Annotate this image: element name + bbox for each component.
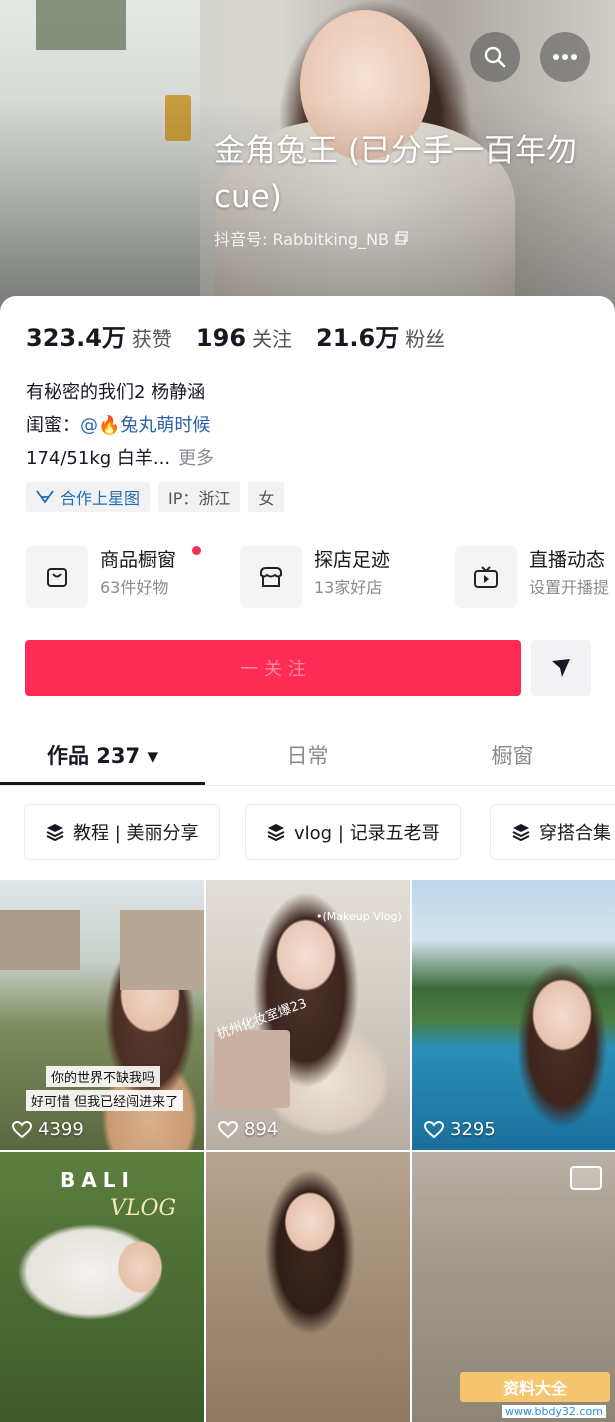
followers-count[interactable]: 21.6万 xyxy=(316,318,399,353)
store-visits-title: 探店足迹 xyxy=(314,549,391,571)
video-overlay-text: •(Makeup Vlog) xyxy=(316,910,402,923)
followers-label: 粉丝 xyxy=(405,327,446,351)
collection-tutorial[interactable]: 教程 | 美丽分享 xyxy=(24,804,220,860)
video-likes-count: 894 xyxy=(244,1119,279,1140)
store-visits-entry[interactable]: 探店足迹 13家好店 xyxy=(240,546,390,608)
bio-line-2: 闺蜜：@🔥兔丸萌时候 xyxy=(26,409,214,442)
heart-icon xyxy=(12,1120,32,1138)
video-likes-count: 4399 xyxy=(38,1119,84,1140)
notification-dot xyxy=(192,546,201,555)
video-likes: 3295 xyxy=(424,1119,496,1140)
store-visits-sub: 13家好店 xyxy=(314,578,383,597)
video-likes: 4399 xyxy=(12,1119,84,1140)
video-subtitle-overlay: VLOG xyxy=(110,1196,177,1221)
store-icon xyxy=(260,567,282,587)
layers-icon xyxy=(46,824,64,842)
service-entries: 商品橱窗 63件好物 探店足迹 13家好店 直播动态 设置开播提 xyxy=(26,546,615,608)
video-caption: 你的世界不缺我吗 xyxy=(46,1066,161,1087)
star-map-icon xyxy=(36,490,54,504)
layers-icon xyxy=(512,824,530,842)
collection-vlog-label: vlog | 记录五老哥 xyxy=(294,823,440,844)
search-icon xyxy=(484,46,506,68)
collections-row: 教程 | 美丽分享 vlog | 记录五老哥 穿搭合集 xyxy=(24,804,615,860)
follow-button[interactable]: 一 关 注 xyxy=(25,640,521,696)
ip-location-tag: IP：浙江 xyxy=(158,482,241,512)
douyin-id[interactable]: 抖音号: Rabbitking_NB xyxy=(214,226,409,250)
search-button[interactable] xyxy=(470,32,520,82)
shopping-bag-icon xyxy=(47,568,67,587)
shop-window-sub: 63件好物 xyxy=(100,578,169,597)
thumb-building xyxy=(120,910,204,990)
video-title-overlay: BALI xyxy=(60,1168,135,1192)
video-thumbnail[interactable] xyxy=(206,1152,410,1422)
star-map-label: 合作上星图 xyxy=(60,489,141,508)
store-visits-icon-box xyxy=(240,546,302,608)
video-thumbnail[interactable]: 资料大全 www.bbdy32.com xyxy=(412,1152,615,1422)
bestie-mention-link[interactable]: @🔥兔丸萌时候 xyxy=(80,415,210,436)
video-likes: 894 xyxy=(218,1119,278,1140)
more-dots-icon xyxy=(553,54,577,60)
shop-window-entry[interactable]: 商品橱窗 63件好物 xyxy=(26,546,201,608)
bio-line-3: 174/51kg 白羊... 更多 xyxy=(26,442,214,475)
collection-outfits-label: 穿搭合集 xyxy=(539,823,611,844)
collection-vlog[interactable]: vlog | 记录五老哥 xyxy=(245,804,461,860)
profile-tabs: 作品 237 ▾ 日常 橱窗 xyxy=(0,726,615,786)
video-thumbnail[interactable]: 你的世界不缺我吗 好可惜 但我已经闯进来了 4399 xyxy=(0,880,204,1150)
shop-window-title: 商品橱窗 xyxy=(100,549,177,571)
video-thumbnail[interactable]: BALI VLOG xyxy=(0,1152,204,1422)
tab-works[interactable]: 作品 237 ▾ xyxy=(0,726,205,784)
bestie-label: 闺蜜： xyxy=(26,415,80,436)
profile-tags: 合作上星图 IP：浙江 女 xyxy=(26,482,285,512)
tab-showcase[interactable]: 橱窗 xyxy=(410,726,615,784)
shop-window-icon-box xyxy=(26,546,88,608)
video-likes-count: 3295 xyxy=(450,1119,496,1140)
site-watermark-url: www.bbdy32.com xyxy=(502,1405,606,1418)
likes-label: 获赞 xyxy=(131,327,172,351)
bio-stats-text: 174/51kg 白羊... xyxy=(26,448,171,469)
collection-tutorial-label: 教程 | 美丽分享 xyxy=(73,823,199,844)
video-thumbnail[interactable]: 3295 xyxy=(412,880,615,1150)
star-map-tag[interactable]: 合作上星图 xyxy=(26,482,151,512)
live-updates-sub: 设置开播提 xyxy=(529,578,610,597)
video-thumbnail[interactable]: •(Makeup Vlog) 杭州化妆室爆23 894 xyxy=(206,880,410,1150)
profile-stats: 323.4万 获赞 196 关注 21.6万 粉丝 xyxy=(26,318,469,353)
share-button[interactable] xyxy=(531,640,591,696)
following-label: 关注 xyxy=(252,327,293,351)
more-button[interactable] xyxy=(540,32,590,82)
bio-more-link[interactable]: 更多 xyxy=(178,448,214,469)
thumb-inset-image xyxy=(214,1030,290,1108)
heart-icon xyxy=(218,1120,238,1138)
live-updates-entry[interactable]: 直播动态 设置开播提 xyxy=(455,546,609,608)
bio-line-1: 有秘密的我们2 杨静涵 xyxy=(26,382,206,403)
profile-bio: 有秘密的我们2 杨静涵 闺蜜：@🔥兔丸萌时候 174/51kg 白羊... 更多 xyxy=(26,376,214,475)
multi-image-icon xyxy=(570,1166,602,1190)
profile-nickname: 金角兔王 (已分手一百年勿 cue) xyxy=(214,133,577,215)
video-caption: 好可惜 但我已经闯进来了 xyxy=(26,1090,184,1111)
live-updates-icon-box xyxy=(455,546,517,608)
site-watermark: 资料大全 xyxy=(460,1372,610,1402)
heart-icon xyxy=(424,1120,444,1138)
layers-icon xyxy=(267,824,285,842)
collection-outfits[interactable]: 穿搭合集 xyxy=(490,804,615,860)
paper-plane-icon xyxy=(552,659,570,677)
tab-daily[interactable]: 日常 xyxy=(205,726,410,784)
copy-icon[interactable] xyxy=(395,231,409,245)
profile-card: 323.4万 获赞 196 关注 21.6万 粉丝 有秘密的我们2 杨静涵 闺蜜… xyxy=(0,296,615,1422)
gender-tag: 女 xyxy=(248,482,285,512)
active-tab-indicator xyxy=(0,782,205,785)
likes-count[interactable]: 323.4万 xyxy=(26,318,126,353)
tv-icon xyxy=(474,566,498,588)
live-updates-title: 直播动态 xyxy=(529,549,606,571)
douyin-id-text: 抖音号: Rabbitking_NB xyxy=(214,230,390,249)
thumb-building xyxy=(0,910,80,970)
following-count[interactable]: 196 xyxy=(196,324,246,352)
